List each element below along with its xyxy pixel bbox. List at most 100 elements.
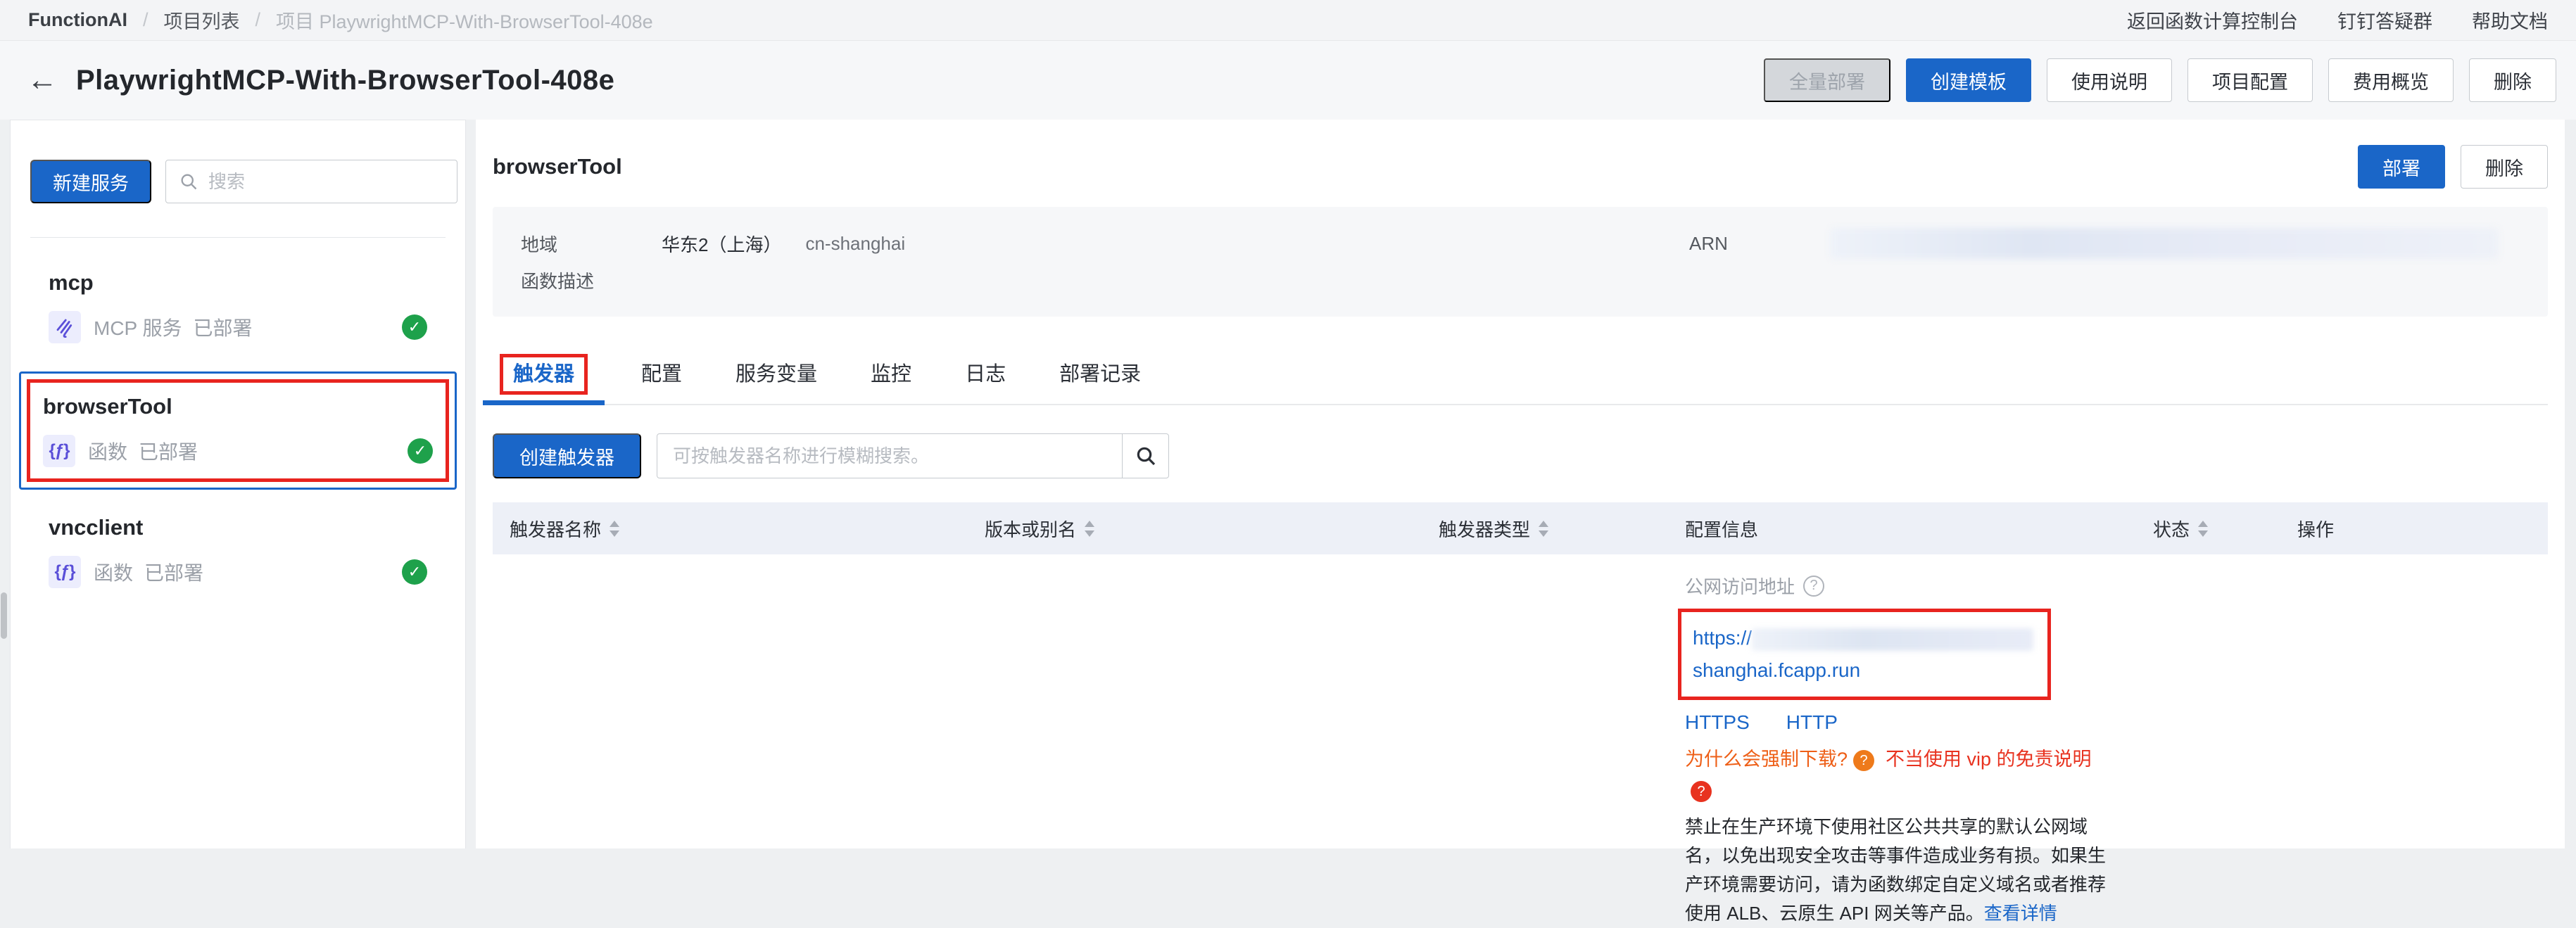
function-desc-label: 函数描述 <box>521 267 662 293</box>
sort-icon[interactable] <box>2198 521 2208 537</box>
dingtalk-group-link[interactable]: 钉钉答疑群 <box>2337 6 2432 34</box>
service-search-box[interactable] <box>165 160 457 203</box>
trigger-search-button[interactable] <box>1122 434 1168 478</box>
deploy-all-button[interactable]: 全量部署 <box>1764 58 1890 102</box>
sidebar-divider <box>30 237 446 238</box>
search-icon <box>1135 445 1157 467</box>
arn-label: ARN <box>1689 233 1830 255</box>
service-search-input[interactable] <box>208 171 444 193</box>
force-download-why-link[interactable]: 为什么会强制下载? <box>1685 749 1848 770</box>
tab-logs[interactable]: 日志 <box>961 348 1010 404</box>
service-type-label: MCP 服务 <box>94 313 182 341</box>
sidebar-item-vncclient[interactable]: vncclient {ƒ} 函数 已部署 ✓ <box>30 497 446 606</box>
active-tab-underline <box>483 400 605 405</box>
delete-project-button[interactable]: 删除 <box>2469 58 2556 102</box>
column-header-status[interactable]: 状态 <box>2136 516 2280 542</box>
service-sidebar: 新建服务 mcp MCP 服务 已部署 ✓ <box>10 120 466 848</box>
trigger-table-row: 公网访问地址 ? https:// shanghai.fcapp.run HTT… <box>493 554 2548 928</box>
url-redacted-segment <box>1752 628 2033 651</box>
function-title: browserTool <box>493 154 622 179</box>
service-status-text: 已部署 <box>194 313 253 341</box>
region-value: 华东2（上海） <box>662 231 781 257</box>
public-address-label: 公网访问地址 <box>1685 573 1795 599</box>
vip-disclaimer-link[interactable]: 不当使用 vip 的免责说明 <box>1886 749 2092 770</box>
breadcrumb-current-project: 项目 PlaywrightMCP-With-BrowserTool-408e <box>276 6 653 34</box>
annotation-box-url: https:// shanghai.fcapp.run <box>1678 609 2051 700</box>
cell-config-info: 公网访问地址 ? https:// shanghai.fcapp.run HTT… <box>1668 554 2136 928</box>
delete-function-button[interactable]: 删除 <box>2461 145 2548 189</box>
cell-trigger-type <box>1422 554 1668 583</box>
service-status-text: 已部署 <box>144 558 203 586</box>
question-badge-orange-icon[interactable]: ? <box>1853 750 1874 771</box>
deployed-check-icon: ✓ <box>402 314 427 340</box>
sort-icon[interactable] <box>610 521 619 537</box>
create-trigger-button[interactable]: 创建触发器 <box>493 433 641 478</box>
usage-guide-button[interactable]: 使用说明 <box>2047 58 2172 102</box>
tab-deploy-records[interactable]: 部署记录 <box>1055 348 1145 404</box>
cell-trigger-name <box>493 554 968 583</box>
breadcrumb-separator: / <box>143 9 149 31</box>
public-url-link[interactable]: https:// shanghai.fcapp.run <box>1693 622 2036 687</box>
column-header-trigger-type[interactable]: 触发器类型 <box>1422 516 1668 542</box>
create-template-button[interactable]: 创建模板 <box>1906 58 2031 102</box>
function-info-box: 地域 华东2（上海） cn-shanghai 函数描述 ARN <box>493 207 2548 317</box>
service-type-label: 函数 <box>94 558 133 586</box>
sort-icon[interactable] <box>1085 521 1094 537</box>
column-header-version-alias[interactable]: 版本或别名 <box>968 516 1422 542</box>
page-header: ← PlaywrightMCP-With-BrowserTool-408e 全量… <box>0 41 2576 120</box>
help-docs-link[interactable]: 帮助文档 <box>2472 6 2548 34</box>
main-panel: browserTool 部署 删除 地域 华东2（上海） cn-shanghai <box>476 120 2565 848</box>
search-icon <box>179 172 198 191</box>
page-title: PlaywrightMCP-With-BrowserTool-408e <box>76 65 614 96</box>
view-details-link[interactable]: 查看详情 <box>1984 903 2057 924</box>
deploy-button[interactable]: 部署 <box>2358 145 2445 189</box>
help-question-icon[interactable]: ? <box>1803 576 1824 597</box>
service-type-label: 函数 <box>88 437 127 465</box>
breadcrumb-project-list[interactable]: 项目列表 <box>164 6 240 34</box>
back-arrow-icon[interactable]: ← <box>27 65 58 96</box>
new-service-button[interactable]: 新建服务 <box>30 160 151 203</box>
service-name: mcp <box>49 270 427 295</box>
column-header-config-info: 配置信息 <box>1668 516 2136 542</box>
function-icon: {ƒ} <box>49 556 81 588</box>
cost-overview-button[interactable]: 费用概览 <box>2328 58 2454 102</box>
topbar-links: 返回函数计算控制台 钉钉答疑群 帮助文档 <box>2127 6 2548 34</box>
mcp-service-icon <box>49 311 81 343</box>
https-link[interactable]: HTTPS <box>1685 711 1750 734</box>
cell-status <box>2136 554 2280 583</box>
service-name: browserTool <box>43 394 433 419</box>
back-to-fc-console-link[interactable]: 返回函数计算控制台 <box>2127 6 2298 34</box>
cell-actions <box>2280 554 2548 583</box>
arn-value-redacted <box>1830 228 2499 259</box>
left-edge-scrollbar[interactable] <box>1 592 7 639</box>
project-config-button[interactable]: 项目配置 <box>2187 58 2313 102</box>
tab-config[interactable]: 配置 <box>637 348 686 404</box>
service-name: vncclient <box>49 515 427 540</box>
tab-triggers[interactable]: 触发器 <box>495 348 592 404</box>
column-header-actions: 操作 <box>2280 516 2548 542</box>
tab-monitoring[interactable]: 监控 <box>866 348 916 404</box>
column-header-trigger-name[interactable]: 触发器名称 <box>493 516 968 542</box>
question-badge-red-icon[interactable]: ? <box>1691 781 1712 802</box>
tab-service-vars[interactable]: 服务变量 <box>731 348 821 404</box>
region-code: cn-shanghai <box>805 233 905 255</box>
function-tabs: 触发器 配置 服务变量 监控 日志 部署记录 <box>493 348 2548 405</box>
sidebar-item-mcp[interactable]: mcp MCP 服务 已部署 ✓ <box>30 252 446 362</box>
breadcrumb-separator: / <box>255 9 261 31</box>
deployed-check-icon: ✓ <box>402 559 427 585</box>
header-actions: 全量部署 创建模板 使用说明 项目配置 费用概览 删除 <box>1764 58 2556 102</box>
deployed-check-icon: ✓ <box>408 438 433 464</box>
sort-icon[interactable] <box>1539 521 1548 537</box>
cell-version-alias <box>968 554 1422 583</box>
breadcrumb-brand[interactable]: FunctionAI <box>28 9 127 31</box>
http-link[interactable]: HTTP <box>1786 711 1838 734</box>
trigger-search-input[interactable] <box>657 434 1122 478</box>
annotation-box-trigger-tab: 触发器 <box>500 354 588 395</box>
trigger-toolbar: 创建触发器 <box>493 433 2548 478</box>
trigger-table-header: 触发器名称 版本或别名 触发器类型 配置信息 状态 <box>493 502 2548 554</box>
content-area: 新建服务 mcp MCP 服务 已部署 ✓ <box>0 120 2576 848</box>
annotation-box-browsertool[interactable]: browserTool {ƒ} 函数 已部署 ✓ <box>27 379 449 482</box>
breadcrumb: FunctionAI / 项目列表 / 项目 PlaywrightMCP-Wit… <box>28 6 653 34</box>
service-status-text: 已部署 <box>139 437 198 465</box>
top-navbar: FunctionAI / 项目列表 / 项目 PlaywrightMCP-Wit… <box>0 0 2576 41</box>
